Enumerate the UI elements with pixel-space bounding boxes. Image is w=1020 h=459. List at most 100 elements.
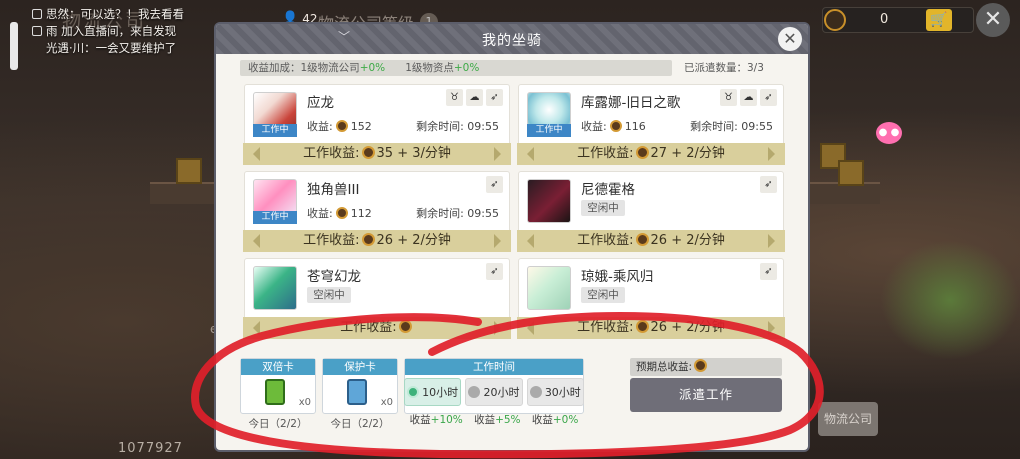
shield-card-icon (347, 379, 367, 405)
coin-icon (361, 146, 375, 159)
bonus-20: 收益+5% (474, 414, 521, 426)
modal-header: ﹀ 我的坐骑 ✕ (216, 24, 808, 54)
background-crate (838, 160, 864, 186)
mount-card[interactable]: 工作中 应龙 ♉ ☁ ➶ 收益: 152 剩余时间: 09:55 工作收益: 35 … (243, 84, 511, 165)
coin-icon (635, 320, 649, 333)
double-card-slot[interactable]: 双倍卡 x0 (240, 358, 316, 414)
modal-title: 我的坐骑 (482, 33, 542, 49)
work-income-ribbon: 工作收益: 35 + 3/分钟 (243, 143, 511, 165)
coin-icon (635, 233, 649, 246)
status-badge: 工作中 (253, 124, 297, 137)
bonus-30: 收益+0% (531, 414, 579, 426)
side-handle[interactable] (10, 22, 18, 70)
mount-traits: ➶ (486, 176, 503, 193)
work-income-ribbon: 工作收益: (243, 317, 511, 339)
mount-card[interactable]: 苍穹幻龙 ➶ 空闲中 工作收益: (243, 258, 511, 339)
status-badge: 空闲中 (581, 200, 625, 216)
checkbox-icon (32, 9, 42, 19)
work-time-title: 工作时间 (405, 359, 583, 375)
checkbox-icon (32, 26, 42, 36)
double-card-title: 双倍卡 (241, 359, 315, 375)
cloud-icon: ☁ (466, 89, 483, 106)
remaining-time: 剩余时间: 09:55 (416, 120, 499, 133)
protect-card-count: x0 (380, 397, 393, 408)
remaining-time: 剩余时间: 09:55 (416, 207, 499, 220)
work-time-bonuses: 收益+10% 收益+5% 收益+0% (404, 412, 584, 427)
background-number: 1077927 (118, 441, 183, 456)
chat-line: 思然：可以选？！我去看看 (32, 6, 222, 23)
work-time-options: 10小时 20小时 30小时 (404, 378, 584, 406)
work-income-ribbon: 工作收益: 26 + 2/分钟 (243, 230, 511, 252)
work-income-ribbon: 工作收益: 26 + 2/分钟 (517, 317, 785, 339)
chat-line: 光遇·川：一会又要维护了 (46, 41, 177, 55)
horn-icon: ♉ (446, 89, 463, 106)
mount-card[interactable]: 琼娥-乘风归 ➶ 空闲中 工作收益: 26 + 2/分钟 (517, 258, 785, 339)
protect-card-slot[interactable]: 保护卡 x0 (322, 358, 398, 414)
close-icon[interactable]: ✕ (976, 3, 1010, 37)
work-income-ribbon: 工作收益: 26 + 2/分钟 (517, 230, 785, 252)
wing-icon: ➶ (760, 89, 777, 106)
background-button[interactable]: 物流公司 (818, 402, 878, 436)
mount-name: 尼德霍格 (581, 182, 635, 198)
wing-icon: ➶ (486, 176, 503, 193)
mount-avatar (527, 179, 571, 223)
mount-name: 独角兽III (307, 182, 360, 198)
coin-icon (635, 146, 649, 159)
status-badge: 工作中 (527, 124, 571, 137)
double-card-icon (265, 379, 285, 405)
horn-icon: ♉ (720, 89, 737, 106)
mount-modal: ﹀ 我的坐骑 ✕ 收益加成：1级物流公司+0% 1级物资点+0% 已派遣数量：3… (216, 24, 808, 450)
modal-close-button[interactable]: ✕ (778, 27, 802, 51)
mount-traits: ♉ ☁ ➶ (720, 89, 777, 106)
mount-card[interactable]: 工作中 独角兽III ➶ 收益: 112 剩余时间: 09:55 工作收益: 26 … (243, 171, 511, 252)
mount-traits: ➶ (486, 263, 503, 280)
radio-icon (468, 386, 481, 398)
mount-earnings: 收益: 152 (307, 120, 372, 133)
coin-value: 0 (880, 12, 889, 27)
coin-icon (398, 320, 412, 333)
bonus-10: 收益+10% (409, 414, 463, 426)
mount-traits: ♉ ☁ ➶ (446, 89, 503, 106)
mount-traits: ➶ (760, 263, 777, 280)
background-crate (176, 158, 202, 184)
dispatch-work-button[interactable]: 派遣工作 (630, 378, 782, 412)
bonus-prefix: 收益加成：1级物流公司 (248, 62, 360, 74)
pet-icon[interactable]: ● ● (876, 122, 902, 144)
protect-card-today: 今日（2/2） (330, 418, 390, 430)
mount-traits: ➶ (760, 176, 777, 193)
bonus-mid: 1级物资点 (405, 62, 454, 74)
status-badge: 工作中 (253, 211, 297, 224)
wing-icon: ➶ (486, 89, 503, 106)
mount-name: 琼娥-乘风归 (581, 269, 654, 285)
work-time-option-30[interactable]: 30小时 (526, 378, 584, 406)
remaining-time: 剩余时间: 09:55 (690, 120, 773, 133)
coin-icon (694, 359, 708, 372)
coin-icon (361, 233, 375, 246)
mount-card[interactable]: 尼德霍格 ➶ 空闲中 工作收益: 26 + 2/分钟 (517, 171, 785, 252)
mount-name: 库露娜-旧日之歌 (581, 95, 681, 111)
work-income-ribbon: 工作收益: 27 + 2/分钟 (517, 143, 785, 165)
coin-icon (335, 120, 348, 132)
wing-icon: ➶ (486, 263, 503, 280)
bonus-company-value: +0% (359, 62, 386, 74)
double-card-count: x0 (298, 397, 311, 408)
mount-earnings: 收益: 112 (307, 207, 372, 220)
radio-icon (529, 386, 542, 398)
protect-card-title: 保护卡 (323, 359, 397, 375)
wing-icon: ➶ (760, 176, 777, 193)
live-chat: 思然：可以选？！我去看看 雨 加入直播间，来自发现 光遇·川：一会又要维护了 (32, 6, 222, 57)
work-time-option-20[interactable]: 20小时 (465, 378, 523, 406)
mount-list[interactable]: 工作中 应龙 ♉ ☁ ➶ 收益: 152 剩余时间: 09:55 工作收益: 35 … (236, 82, 788, 370)
shop-button[interactable]: 🛒 (926, 9, 952, 31)
expected-total: 预期总收益: (630, 358, 782, 376)
mount-card[interactable]: 工作中 库露娜-旧日之歌 ♉ ☁ ➶ 收益: 116 剩余时间: 09:55 工作… (517, 84, 785, 165)
status-badge: 空闲中 (307, 287, 351, 303)
coin-icon (335, 207, 348, 219)
mount-earnings: 收益: 116 (581, 120, 646, 133)
double-card-today: 今日（2/2） (248, 418, 308, 430)
coin-icon (609, 120, 622, 132)
work-time-option-10[interactable]: 10小时 (404, 378, 462, 406)
mount-name: 苍穹幻龙 (307, 269, 361, 285)
mount-avatar (253, 266, 297, 310)
coin-icon (824, 9, 846, 31)
